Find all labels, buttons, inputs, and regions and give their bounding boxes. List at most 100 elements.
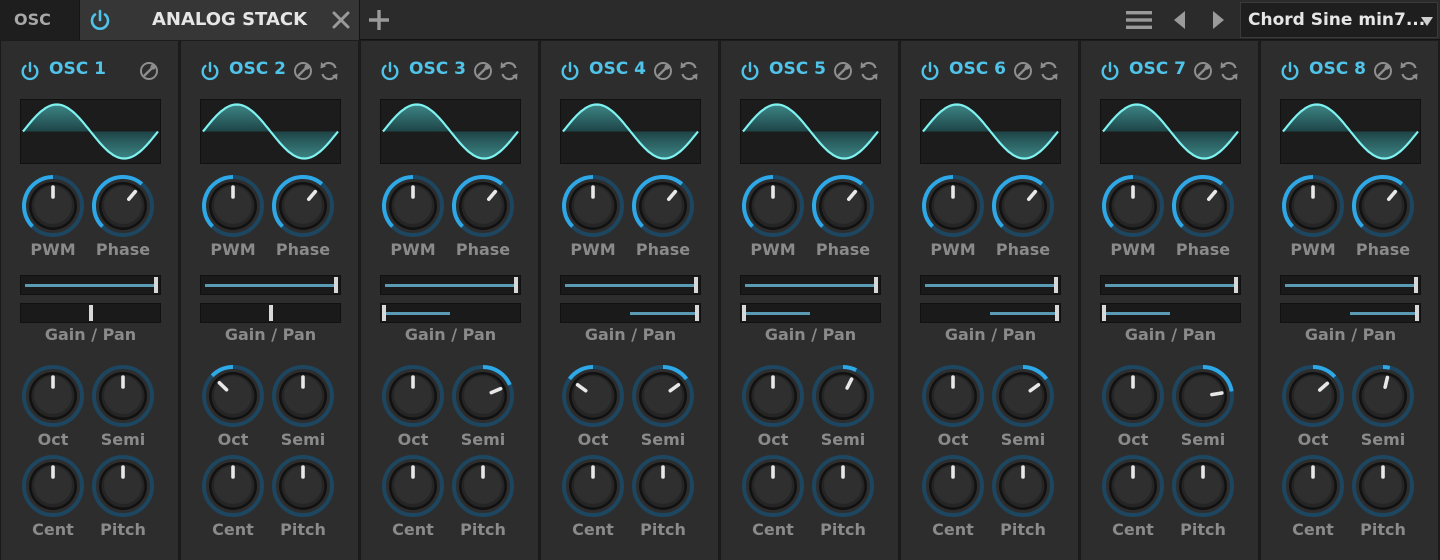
sync-icon[interactable]: [498, 60, 520, 82]
gain-slider[interactable]: [920, 275, 1061, 295]
semi-knob[interactable]: [90, 363, 156, 429]
cent-knob[interactable]: [1100, 453, 1166, 519]
power-icon[interactable]: [1279, 60, 1301, 82]
sync-icon[interactable]: [1038, 60, 1060, 82]
cent-knob[interactable]: [200, 453, 266, 519]
semi-knob[interactable]: [990, 363, 1056, 429]
preset-tab[interactable]: ANALOG STACK: [80, 0, 360, 40]
waveform-display[interactable]: [560, 99, 701, 164]
pwm-knob[interactable]: [1100, 173, 1166, 239]
pan-slider[interactable]: [1100, 303, 1241, 323]
pwm-knob[interactable]: [740, 173, 806, 239]
oct-knob[interactable]: [380, 363, 446, 429]
phase-knob[interactable]: [450, 173, 516, 239]
sync-icon[interactable]: [678, 60, 700, 82]
cent-knob[interactable]: [560, 453, 626, 519]
semi-knob[interactable]: [810, 363, 876, 429]
pwm-knob[interactable]: [920, 173, 986, 239]
gain-slider[interactable]: [1100, 275, 1241, 295]
power-icon[interactable]: [1099, 60, 1121, 82]
sync-icon[interactable]: [1398, 60, 1420, 82]
oct-knob[interactable]: [200, 363, 266, 429]
semi-knob[interactable]: [630, 363, 696, 429]
pitch-knob[interactable]: [270, 453, 336, 519]
menu-icon[interactable]: [1126, 10, 1152, 30]
pan-slider[interactable]: [200, 303, 341, 323]
preset-dropdown[interactable]: Chord Sine min7...: [1240, 2, 1438, 38]
tune-icon[interactable]: [293, 61, 313, 81]
oct-knob[interactable]: [920, 363, 986, 429]
pitch-knob[interactable]: [990, 453, 1056, 519]
close-icon[interactable]: [330, 9, 352, 31]
gain-slider[interactable]: [20, 275, 161, 295]
add-tab-icon[interactable]: [367, 8, 391, 32]
waveform-display[interactable]: [920, 99, 1061, 164]
tune-icon[interactable]: [139, 61, 159, 81]
phase-knob[interactable]: [1350, 173, 1416, 239]
pitch-knob[interactable]: [90, 453, 156, 519]
osc-section-tab[interactable]: OSC: [0, 0, 80, 40]
pitch-knob[interactable]: [630, 453, 696, 519]
pitch-knob[interactable]: [1170, 453, 1236, 519]
pan-slider[interactable]: [20, 303, 161, 323]
pan-slider[interactable]: [560, 303, 701, 323]
pwm-knob[interactable]: [380, 173, 446, 239]
pan-slider[interactable]: [380, 303, 521, 323]
pan-slider[interactable]: [740, 303, 881, 323]
power-icon[interactable]: [199, 60, 221, 82]
pitch-knob[interactable]: [1350, 453, 1416, 519]
power-icon[interactable]: [88, 8, 112, 32]
phase-knob[interactable]: [1170, 173, 1236, 239]
waveform-display[interactable]: [1280, 99, 1421, 164]
tune-icon[interactable]: [1193, 61, 1213, 81]
gain-slider[interactable]: [560, 275, 701, 295]
tune-icon[interactable]: [1373, 61, 1393, 81]
oct-knob[interactable]: [1280, 363, 1346, 429]
next-preset-icon[interactable]: [1208, 10, 1228, 30]
waveform-display[interactable]: [380, 99, 521, 164]
cent-knob[interactable]: [1280, 453, 1346, 519]
power-icon[interactable]: [379, 60, 401, 82]
tune-icon[interactable]: [473, 61, 493, 81]
power-icon[interactable]: [919, 60, 941, 82]
pwm-knob[interactable]: [20, 173, 86, 239]
oct-knob[interactable]: [1100, 363, 1166, 429]
phase-knob[interactable]: [630, 173, 696, 239]
phase-knob[interactable]: [810, 173, 876, 239]
pan-slider[interactable]: [1280, 303, 1421, 323]
pwm-knob[interactable]: [1280, 173, 1346, 239]
phase-knob[interactable]: [90, 173, 156, 239]
tune-icon[interactable]: [833, 61, 853, 81]
tune-icon[interactable]: [1013, 61, 1033, 81]
pwm-knob[interactable]: [560, 173, 626, 239]
pitch-knob[interactable]: [450, 453, 516, 519]
semi-knob[interactable]: [1170, 363, 1236, 429]
semi-knob[interactable]: [450, 363, 516, 429]
sync-icon[interactable]: [1218, 60, 1240, 82]
power-icon[interactable]: [739, 60, 761, 82]
gain-slider[interactable]: [740, 275, 881, 295]
waveform-display[interactable]: [20, 99, 161, 164]
oct-knob[interactable]: [560, 363, 626, 429]
power-icon[interactable]: [19, 60, 41, 82]
oct-knob[interactable]: [20, 363, 86, 429]
sync-icon[interactable]: [858, 60, 880, 82]
pan-slider[interactable]: [920, 303, 1061, 323]
tune-icon[interactable]: [653, 61, 673, 81]
gain-slider[interactable]: [200, 275, 341, 295]
waveform-display[interactable]: [200, 99, 341, 164]
pwm-knob[interactable]: [200, 173, 266, 239]
phase-knob[interactable]: [270, 173, 336, 239]
waveform-display[interactable]: [740, 99, 881, 164]
sync-icon[interactable]: [318, 60, 340, 82]
semi-knob[interactable]: [1350, 363, 1416, 429]
phase-knob[interactable]: [990, 173, 1056, 239]
waveform-display[interactable]: [1100, 99, 1241, 164]
oct-knob[interactable]: [740, 363, 806, 429]
cent-knob[interactable]: [740, 453, 806, 519]
gain-slider[interactable]: [380, 275, 521, 295]
cent-knob[interactable]: [920, 453, 986, 519]
gain-slider[interactable]: [1280, 275, 1421, 295]
pitch-knob[interactable]: [810, 453, 876, 519]
previous-preset-icon[interactable]: [1170, 10, 1190, 30]
